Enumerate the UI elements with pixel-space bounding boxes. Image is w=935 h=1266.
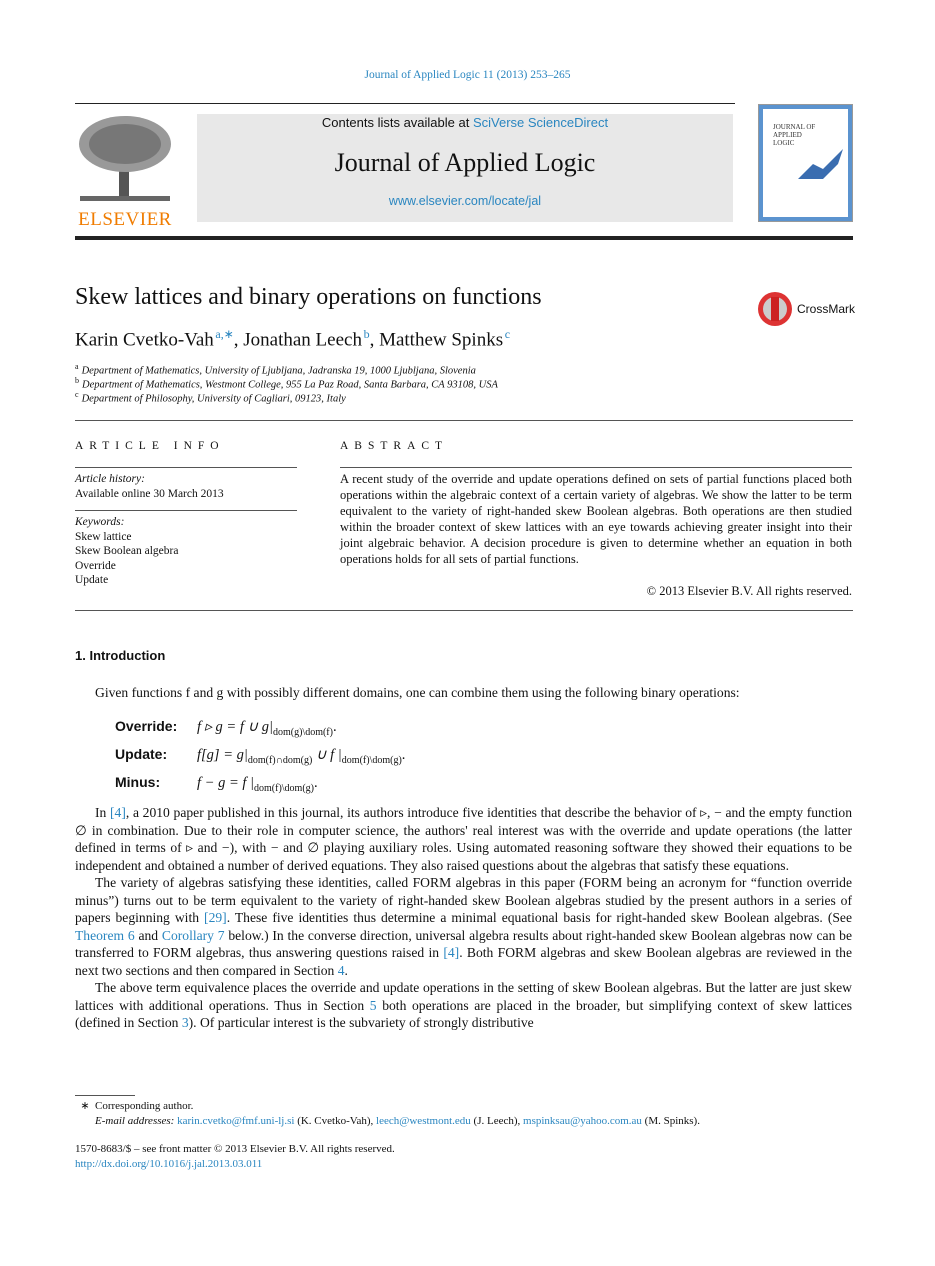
equation-formula: f − g = f | xyxy=(197,775,254,791)
corresponding-author-note: Corresponding author. xyxy=(95,1100,194,1112)
thick-divider xyxy=(75,236,853,240)
author: Jonathan Leech xyxy=(243,329,362,351)
divider xyxy=(75,467,297,468)
cover-graphic-icon xyxy=(798,149,843,179)
intro-paragraph: Given functions f and g with possibly di… xyxy=(95,685,740,700)
equation-subscript: dom(f)\dom(g) xyxy=(341,754,402,766)
affiliation-marker: a xyxy=(75,362,79,371)
cover-title: JOURNAL OF APPLIED LOGIC xyxy=(773,123,816,147)
equation-formula: f[g] = g| xyxy=(197,747,248,763)
keyword: Update xyxy=(75,574,109,586)
divider xyxy=(340,467,852,468)
journal-title: Journal of Applied Logic xyxy=(334,148,596,177)
issn-line: 1570-8683/$ – see front matter © 2013 El… xyxy=(75,1143,395,1155)
author-list: Karin Cvetko-Vah a,∗, Jonathan Leech b, … xyxy=(75,327,511,351)
abstract-text: A recent study of the override and updat… xyxy=(340,472,852,566)
divider xyxy=(75,510,297,511)
author: Matthew Spinks xyxy=(379,329,504,351)
author: Karin Cvetko-Vah xyxy=(75,329,214,351)
affiliation-text: Department of Philosophy, University of … xyxy=(81,393,346,405)
reference-link[interactable]: Theorem 6 xyxy=(75,928,135,943)
reference-link[interactable]: 3 xyxy=(182,1015,189,1030)
author-affiliation-link[interactable]: b xyxy=(364,327,370,341)
doi-link[interactable]: http://dx.doi.org/10.1016/j.jal.2013.03.… xyxy=(75,1157,395,1172)
keyword: Override xyxy=(75,559,116,572)
body-text-segment: . These five identities thus determine a… xyxy=(226,910,852,925)
body-text: In [4], a 2010 paper published in this j… xyxy=(75,804,852,1032)
keywords: Keywords: Skew lattice Skew Boolean alge… xyxy=(75,515,178,588)
equation-formula: f ▹ g = f ∪ g| xyxy=(197,719,273,735)
tree-icon xyxy=(79,116,171,201)
reference-link[interactable]: [4] xyxy=(443,945,459,960)
equation-subscript: dom(g)\dom(f) xyxy=(272,726,333,738)
keyword: Skew lattice xyxy=(75,530,132,543)
equation-label: Override: xyxy=(115,718,178,734)
email-link[interactable]: mspinksau@yahoo.com.au xyxy=(523,1115,642,1127)
equation-label: Update: xyxy=(115,746,168,762)
equation-update: Update: f[g] = g|dom(f)∩dom(g) ∪ f |dom(f… xyxy=(115,746,406,766)
journal-url-link[interactable]: www.elsevier.com/locate/jal xyxy=(197,194,733,208)
affiliation: b Department of Mathematics, Westmont Col… xyxy=(75,376,498,391)
divider xyxy=(75,420,853,421)
email-label: E-mail addresses: xyxy=(95,1115,175,1127)
reference-link[interactable]: Corollary 7 xyxy=(162,928,225,943)
elsevier-logo: ELSEVIER xyxy=(75,114,175,230)
email-link[interactable]: karin.cvetko@fmf.uni-lj.si xyxy=(177,1115,294,1127)
publisher-name: ELSEVIER xyxy=(78,209,172,230)
affiliation-marker: b xyxy=(75,376,79,385)
affiliation-marker: c xyxy=(75,390,79,399)
crossmark-icon xyxy=(758,292,792,326)
contents-prefix: Contents lists available at xyxy=(321,115,473,130)
equation-override: Override: f ▹ g = f ∪ g|dom(g)\dom(f). xyxy=(115,718,337,738)
body-paragraph: The variety of algebras satisfying these… xyxy=(75,874,852,979)
equation-label: Minus: xyxy=(115,774,161,790)
footnote-marker: ∗ xyxy=(80,1100,90,1112)
body-text-segment: . xyxy=(344,962,348,978)
author-affiliation-link[interactable]: a,∗ xyxy=(215,327,233,341)
equation-subscript: dom(f)∩dom(g) xyxy=(247,754,313,766)
affiliation-text: Department of Mathematics, Westmont Coll… xyxy=(82,379,498,391)
equation-subscript: dom(f)\dom(g) xyxy=(254,782,314,794)
body-text-segment: , a 2010 paper published in this journal… xyxy=(75,805,852,873)
body-text-segment: In xyxy=(95,805,111,820)
body-text-segment: ). Of particular interest is the subvari… xyxy=(188,1015,534,1030)
affiliation: c Department of Philosophy, University of… xyxy=(75,390,346,405)
abstract-copyright: © 2013 Elsevier B.V. All rights reserved… xyxy=(646,584,852,598)
journal-cover-image: JOURNAL OF APPLIED LOGIC xyxy=(758,104,853,222)
crossmark-button[interactable]: CrossMark xyxy=(757,291,855,327)
journal-banner: Contents lists available at SciVerse Sci… xyxy=(197,114,733,222)
equation-minus: Minus: f − g = f |dom(f)\dom(g). xyxy=(115,774,318,794)
reference-link[interactable]: 4 xyxy=(338,963,345,978)
divider xyxy=(75,610,853,611)
email-owner: (M. Spinks). xyxy=(641,1115,700,1127)
article-title: Skew lattices and binary operations on f… xyxy=(75,284,542,310)
email-owner: (J. Leech), xyxy=(470,1115,524,1127)
journal-reference[interactable]: Journal of Applied Logic 11 (2013) 253–2… xyxy=(0,69,935,81)
reference-link[interactable]: [29] xyxy=(204,910,227,925)
history-value: Available online 30 March 2013 xyxy=(75,487,224,500)
author-affiliation-link[interactable]: c xyxy=(505,327,510,341)
keyword: Skew Boolean algebra xyxy=(75,545,179,557)
reference-link[interactable]: 5 xyxy=(370,998,377,1013)
footnote-divider xyxy=(75,1095,135,1096)
article-info-heading: ARTICLE INFO xyxy=(75,440,225,452)
body-paragraph: In [4], a 2010 paper published in this j… xyxy=(75,804,852,874)
keywords-label: Keywords: xyxy=(75,516,125,528)
email-link[interactable]: leech@westmont.edu xyxy=(376,1115,471,1127)
affiliation-text: Department of Mathematics, University of… xyxy=(81,365,476,377)
abstract-heading: ABSTRACT xyxy=(340,440,449,452)
sciencedirect-link[interactable]: SciVerse ScienceDirect xyxy=(473,115,608,130)
body-paragraph: The above term equivalence places the ov… xyxy=(75,979,852,1032)
body-text-segment: and xyxy=(134,927,162,943)
divider xyxy=(75,103,735,104)
affiliation: a Department of Mathematics, University o… xyxy=(75,362,476,377)
email-owner: (K. Cvetko-Vah), xyxy=(294,1115,377,1127)
section-heading: 1. Introduction xyxy=(75,648,166,663)
reference-link[interactable]: [4] xyxy=(110,805,126,820)
equation-formula: ∪ f | xyxy=(312,747,342,763)
history-label: Article history: xyxy=(75,473,145,485)
crossmark-label: CrossMark xyxy=(797,302,856,316)
